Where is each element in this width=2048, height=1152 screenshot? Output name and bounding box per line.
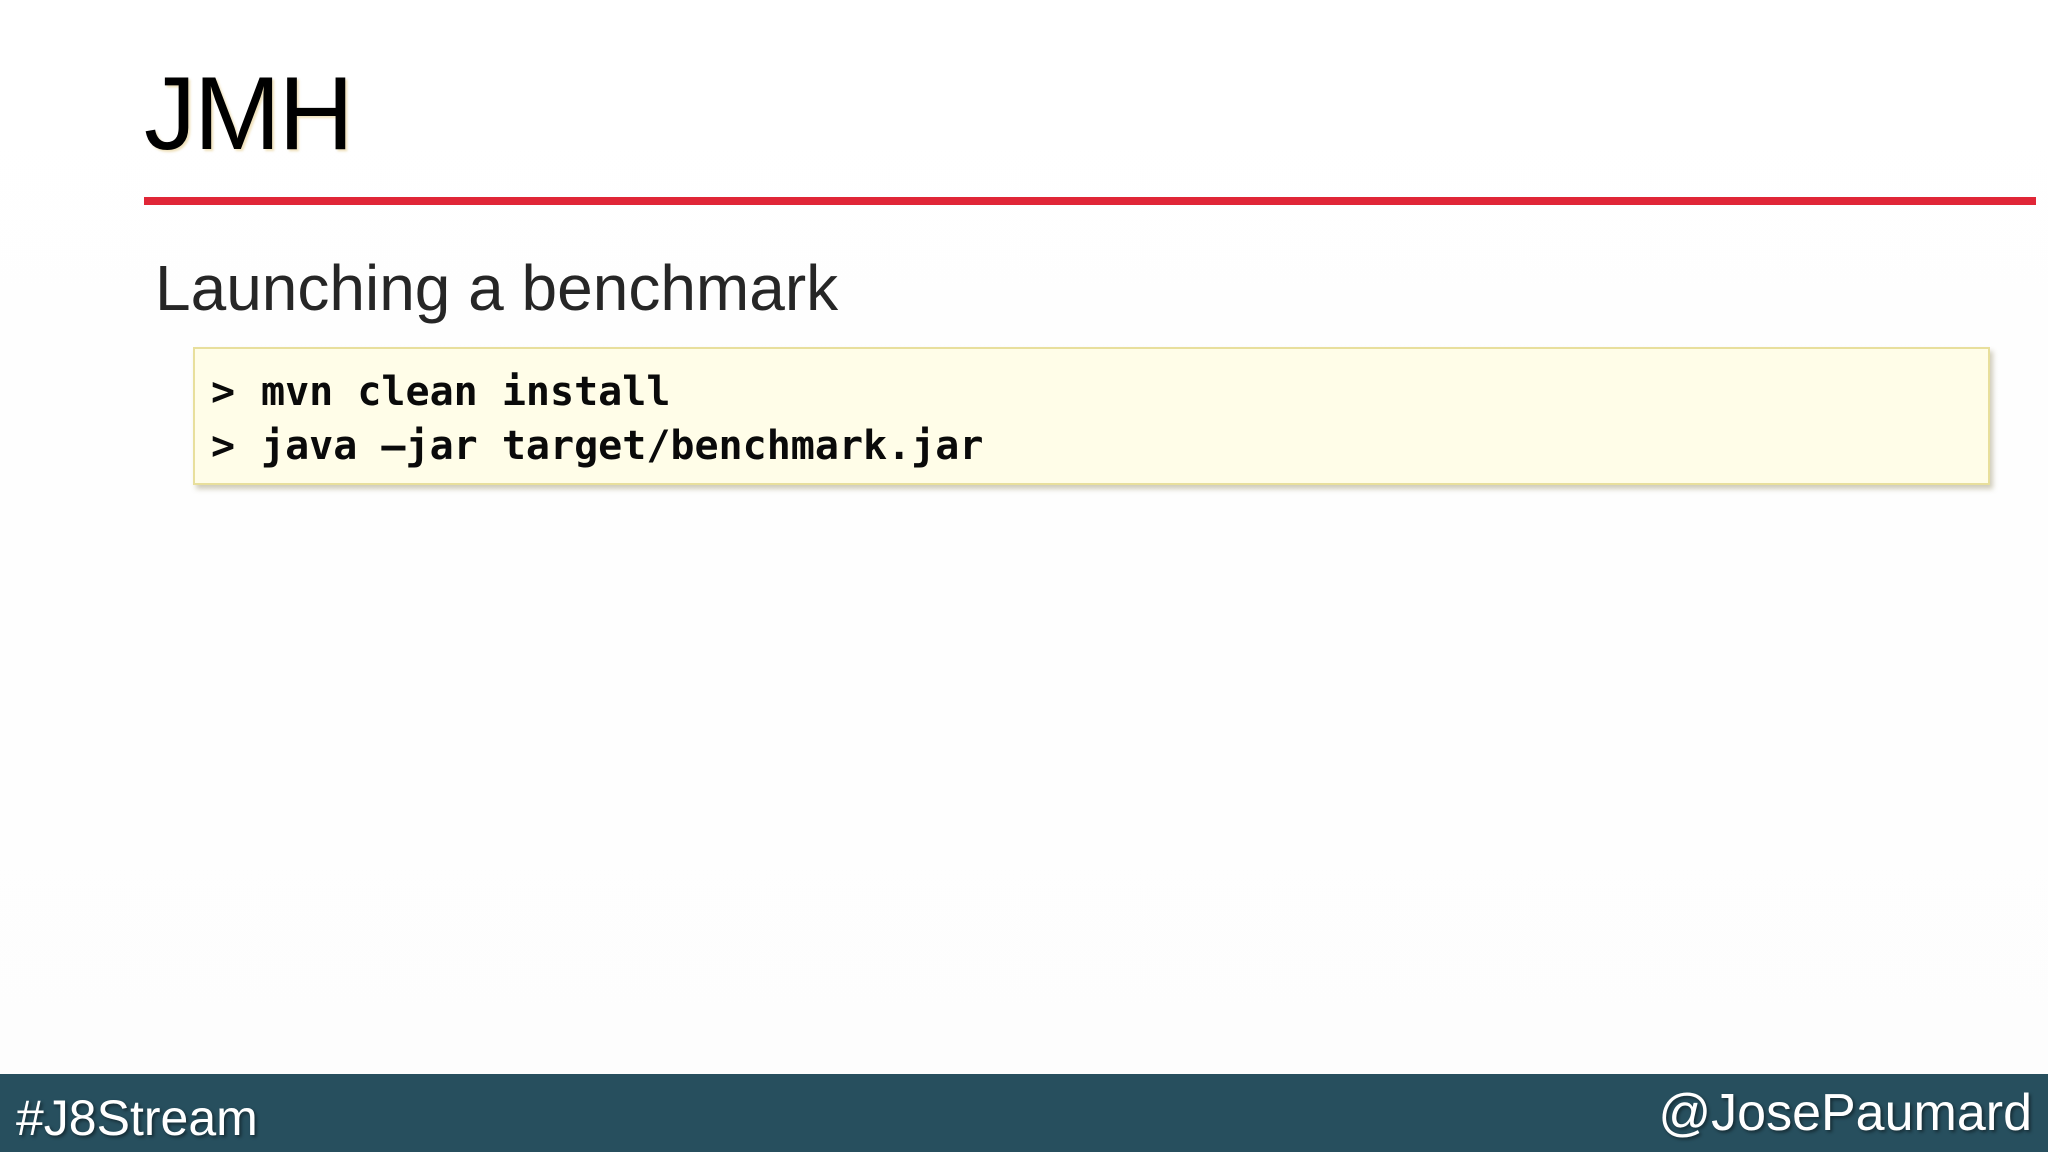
prompt-symbol: >	[211, 369, 236, 415]
slide-title: JMH	[144, 56, 354, 172]
code-line: > mvn clean install	[211, 365, 1988, 419]
code-block: > mvn clean install > java –jar target/ben…	[193, 347, 1990, 485]
prompt-symbol: >	[211, 423, 236, 469]
footer-bar: #J8Stream @JosePaumard	[0, 1074, 2048, 1152]
footer-handle: @JosePaumard	[1658, 1084, 2032, 1142]
slide-subtitle: Launching a benchmark	[155, 252, 839, 324]
code-command: java –jar target/benchmark.jar	[261, 423, 984, 469]
code-line: > java –jar target/benchmark.jar	[211, 419, 1988, 473]
code-command: mvn clean install	[261, 369, 671, 415]
title-divider	[144, 197, 2036, 205]
footer-hashtag: #J8Stream	[16, 1090, 258, 1146]
slide: JMH Launching a benchmark > mvn clean ins…	[0, 0, 2048, 1152]
